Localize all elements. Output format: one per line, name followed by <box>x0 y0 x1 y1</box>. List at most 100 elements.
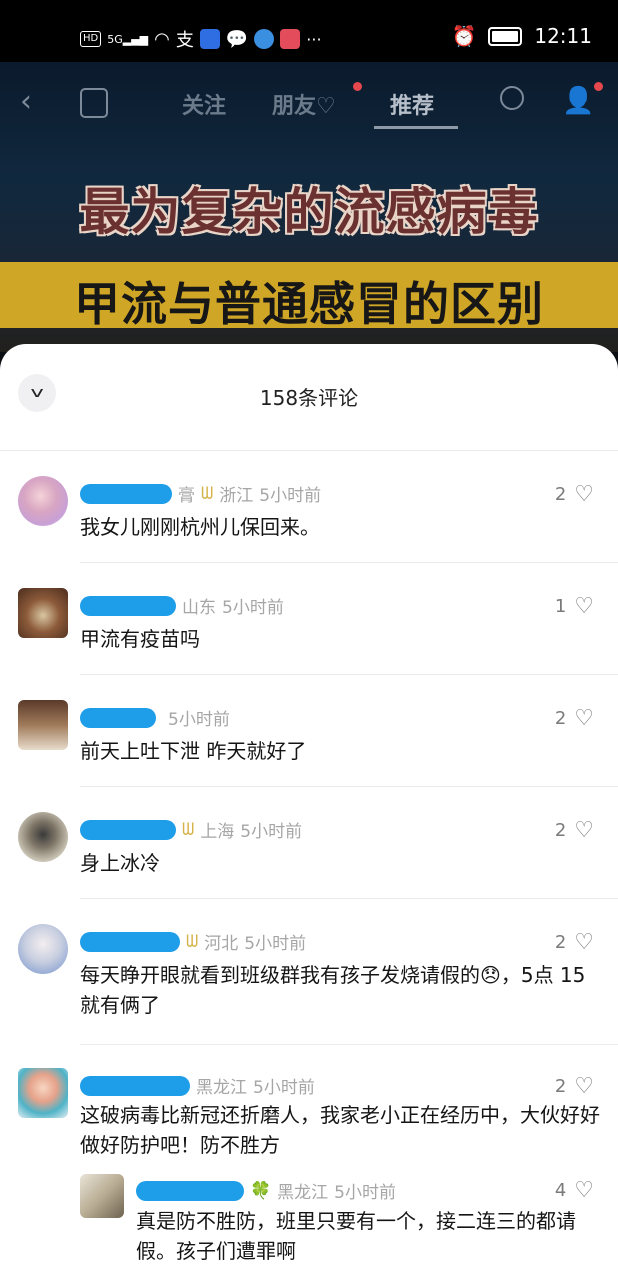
username-redacted[interactable] <box>80 483 172 504</box>
like-button[interactable]: 2 ♡ <box>555 482 594 507</box>
reply-meta: 🍀 黑龙江 5小时前 <box>136 1178 396 1203</box>
status-bar: HD 5G▂▄▆ ◠ 支 💬 ··· ⏰ 12:11 <box>0 0 618 62</box>
like-count: 2 <box>554 932 567 953</box>
comment-meta: 膏 ᗯ 浙江 5小时前 <box>80 481 321 506</box>
comment-text: 前天上吐下泄 昨天就好了 <box>80 739 307 763</box>
multi-window-icon[interactable] <box>80 88 108 118</box>
like-count: 1 <box>554 596 567 617</box>
lightbulb-app-icon <box>199 29 220 49</box>
avatar[interactable] <box>18 1068 68 1118</box>
avatar[interactable] <box>80 1174 124 1218</box>
heart-icon: ♡ <box>574 1178 594 1203</box>
reply-location: 黑龙江 <box>277 1183 329 1203</box>
like-button[interactable]: 4 ♡ <box>555 1178 594 1203</box>
video-title-line2: 甲流与普通感冒的区别 <box>74 277 544 331</box>
comment-text: 这破病毒比新冠还折磨人，我家老小正在经历中，大伙好好做好防护吧！防不胜方 <box>80 1103 600 1157</box>
reply-time: 5小时前 <box>334 1183 396 1203</box>
comment-text: 身上冰冷 <box>80 851 160 875</box>
username-redacted[interactable] <box>80 931 180 952</box>
heart-icon: ♡ <box>574 930 594 955</box>
top-navigation: ‹ 关注 朋友♡ 推荐 👤 <box>0 80 618 130</box>
comment-location: 河北 <box>204 934 239 954</box>
divider <box>80 674 618 675</box>
chat-bubble-icon: 💬 <box>225 28 249 50</box>
comment-text: 我女儿刚刚杭州儿保回来。 <box>80 515 320 539</box>
clover-badge-icon: 🍀 <box>250 1180 272 1201</box>
badge-icon: ᗯ <box>182 819 195 840</box>
username-redacted[interactable] <box>80 819 176 840</box>
video-player[interactable]: ‹ 关注 朋友♡ 推荐 👤 最为复杂的流感病毒 甲流与普通感冒的区别 <box>0 62 618 352</box>
avatar[interactable] <box>18 812 68 862</box>
alarm-icon: ⏰ <box>451 24 477 48</box>
like-count: 2 <box>554 484 567 505</box>
heart-icon: ♡ <box>574 1074 594 1099</box>
comment-time: 5小时前 <box>244 934 307 954</box>
book-app-icon <box>280 29 301 49</box>
battery-icon <box>488 26 523 46</box>
alipay-icon: 支 <box>175 30 194 51</box>
like-count: 2 <box>554 1076 567 1097</box>
avatar[interactable] <box>18 924 68 974</box>
clock-time: 12:11 <box>534 24 592 48</box>
badge-icon: ᗯ <box>201 483 214 504</box>
username-redacted[interactable] <box>136 1180 244 1201</box>
comment-time: 5小时前 <box>240 822 303 842</box>
comment-location: 浙江 <box>219 486 254 506</box>
comment-meta: 5小时前 <box>80 705 230 730</box>
hd-icon: HD <box>80 31 102 47</box>
back-icon[interactable]: ‹ <box>20 84 32 119</box>
video-title-line1: 最为复杂的流感病毒 <box>79 183 539 241</box>
like-count: 2 <box>554 708 567 729</box>
divider <box>80 786 618 787</box>
comment-count-title: 158条评论 <box>259 386 359 410</box>
comment-time: 5小时前 <box>222 598 284 618</box>
comment-meta: ᗯ 河北 5小时前 <box>80 929 306 954</box>
tab-friends[interactable]: 朋友♡ <box>272 88 336 120</box>
active-tab-indicator <box>374 126 458 129</box>
comment-location: 上海 <box>200 822 235 842</box>
like-button[interactable]: 2 ♡ <box>555 818 594 843</box>
comment-meta: 山东 5小时前 <box>80 593 284 618</box>
friends-badge-dot <box>353 82 362 91</box>
like-button[interactable]: 1 ♡ <box>555 594 594 619</box>
avatar[interactable] <box>18 588 68 638</box>
comment-location: 黑龙江 <box>196 1078 247 1098</box>
comment-text: 甲流有疫苗吗 <box>80 627 200 651</box>
comment-meta: 黑龙江 5小时前 <box>80 1073 315 1098</box>
badge-icon: ᗯ <box>186 931 199 952</box>
divider <box>0 450 618 451</box>
more-notifications-icon: ··· <box>306 29 322 49</box>
profile-badge-dot <box>594 82 603 91</box>
reply-text: 真是防不胜防，班里只要有一个，接二连三的都请假。孩子们遭罪啊 <box>136 1209 576 1263</box>
avatar[interactable] <box>18 476 68 526</box>
username-redacted[interactable] <box>80 707 156 728</box>
comments-sheet: v 158条评论 膏 ᗯ 浙江 5小时前 2 ♡ 我女儿刚刚杭州儿保回来。 山东… <box>0 344 618 1280</box>
comment-time: 5小时前 <box>259 486 322 506</box>
profile-icon[interactable]: 👤 <box>562 86 594 116</box>
username-tail: 膏 <box>178 486 195 506</box>
divider <box>80 898 618 899</box>
avatar[interactable] <box>18 700 68 750</box>
wifi-icon: ◠ <box>154 28 170 50</box>
heart-icon: ♡ <box>574 594 594 619</box>
tab-recommend[interactable]: 推荐 <box>390 88 434 120</box>
like-button[interactable]: 2 ♡ <box>555 930 594 955</box>
search-icon[interactable] <box>500 86 524 110</box>
like-button[interactable]: 2 ♡ <box>555 1074 594 1099</box>
comment-location: 山东 <box>182 598 216 618</box>
username-redacted[interactable] <box>80 595 176 616</box>
comment-meta: ᗯ 上海 5小时前 <box>80 817 302 842</box>
tab-follow[interactable]: 关注 <box>182 88 226 120</box>
heart-icon: ♡ <box>574 706 594 731</box>
heart-icon: ♡ <box>574 482 594 507</box>
divider <box>80 562 618 563</box>
like-button[interactable]: 2 ♡ <box>555 706 594 731</box>
comment-text: 每天睁开眼就看到班级群我有孩子发烧请假的😞，5点 15 就有俩了 <box>80 963 586 1017</box>
comment-time: 5小时前 <box>168 710 230 730</box>
like-count: 4 <box>554 1180 567 1201</box>
heart-icon: ♡ <box>574 818 594 843</box>
username-redacted[interactable] <box>80 1075 190 1096</box>
compass-app-icon <box>254 29 275 49</box>
signal-icon: 5G▂▄▆ <box>107 32 149 46</box>
like-count: 2 <box>554 820 567 841</box>
